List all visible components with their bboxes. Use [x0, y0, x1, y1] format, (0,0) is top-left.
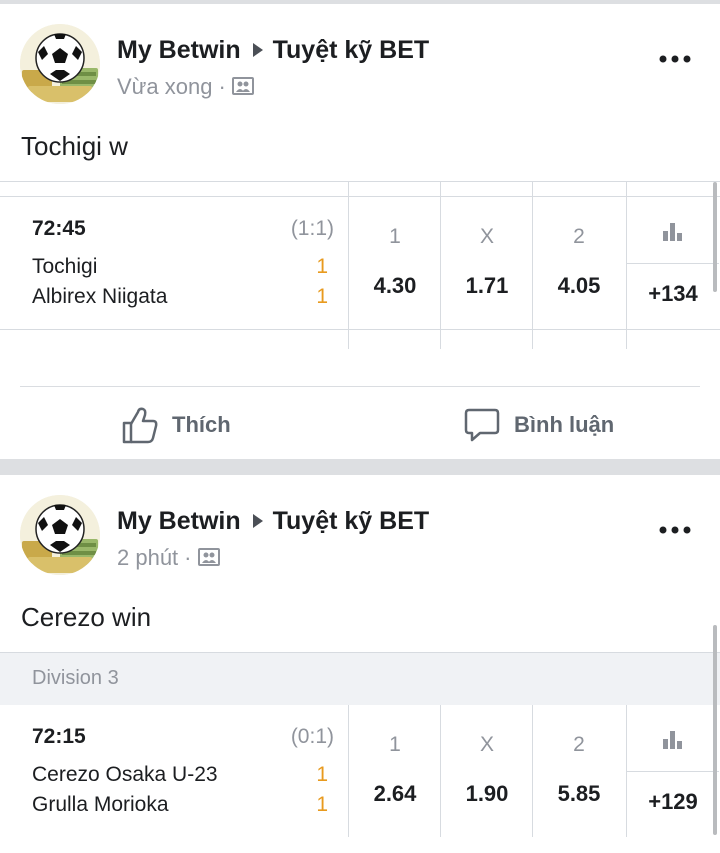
odd-draw-button[interactable]: X 1.71 — [440, 197, 533, 329]
group-audience-icon[interactable] — [197, 548, 220, 567]
soccer-ball-money-icon — [20, 495, 100, 575]
division-label: Division 3 — [32, 667, 119, 689]
odd-home-button[interactable]: 1 4.30 — [348, 197, 441, 329]
post-meta: 2 phút · — [117, 545, 220, 571]
odd-value: 4.30 — [373, 273, 417, 298]
match-score: (0:1) — [290, 725, 334, 748]
like-label: Thích — [172, 412, 231, 437]
triangle-right-icon — [252, 43, 263, 58]
odd-value: 2.64 — [373, 781, 417, 806]
odd-label: X — [479, 225, 494, 248]
feed-post: My Betwin Tuyệt kỹ BET Vừa xong · Tochigi … — [0, 4, 720, 459]
group-name[interactable]: Tuyệt kỹ BET — [273, 507, 430, 535]
odd-label: X — [479, 733, 494, 756]
bet-card[interactable]: 72:45 (1:1) Tochigi 1 Albirex Niigata 1 … — [0, 181, 720, 349]
more-markets-count: +129 — [648, 789, 698, 814]
separator-dot: · — [184, 545, 192, 570]
away-team: Albirex Niigata — [32, 285, 168, 308]
odd-away-button[interactable]: 2 5.85 — [532, 705, 625, 837]
away-goals: 1 — [316, 793, 328, 816]
odd-label: 2 — [573, 733, 585, 756]
scrollbar[interactable] — [713, 182, 717, 292]
more-options-icon[interactable] — [658, 54, 692, 64]
group-name[interactable]: Tuyệt kỹ BET — [273, 36, 430, 64]
odd-value: 1.71 — [465, 273, 509, 298]
more-markets[interactable]: +134 — [626, 197, 719, 329]
odd-value: 4.05 — [557, 273, 601, 298]
scrollbar[interactable] — [713, 625, 717, 835]
post-header-title: My Betwin Tuyệt kỹ BET — [117, 36, 429, 65]
match-time: 72:15 — [32, 725, 86, 748]
author-name[interactable]: My Betwin — [117, 36, 241, 64]
author-name[interactable]: My Betwin — [117, 507, 241, 535]
post-text: Tochigi w — [21, 131, 128, 161]
post-timestamp[interactable]: 2 phút — [117, 545, 178, 570]
thumbs-up-icon — [122, 407, 158, 444]
bet-card[interactable]: 72:15 (0:1) Cerezo Osaka U-23 1 Grulla M… — [0, 625, 720, 853]
odd-value: 5.85 — [557, 781, 601, 806]
soccer-ball-money-icon — [20, 24, 100, 104]
odd-away-button[interactable]: 2 4.05 — [532, 197, 625, 329]
comment-label: Bình luận — [514, 412, 615, 437]
group-audience-icon[interactable] — [231, 77, 254, 96]
home-team: Cerezo Osaka U-23 — [32, 763, 218, 786]
odd-value: 1.90 — [465, 781, 509, 806]
bar-chart-icon[interactable] — [662, 221, 684, 241]
comment-button[interactable]: Bình luận — [464, 405, 614, 445]
odd-label: 1 — [389, 225, 401, 248]
home-team: Tochigi — [32, 255, 98, 278]
match-info[interactable]: 72:45 (1:1) Tochigi 1 Albirex Niigata 1 — [0, 197, 348, 329]
odd-home-button[interactable]: 1 2.64 — [348, 705, 441, 837]
avatar[interactable] — [20, 495, 100, 575]
home-goals: 1 — [316, 255, 328, 278]
more-markets-count: +134 — [648, 281, 698, 306]
post-actions: Thích Bình luận — [20, 386, 700, 459]
comment-bubble-icon — [464, 408, 500, 442]
triangle-right-icon — [252, 514, 263, 529]
odd-label: 2 — [573, 225, 585, 248]
post-header-title: My Betwin Tuyệt kỹ BET — [117, 507, 429, 536]
feed-post: My Betwin Tuyệt kỹ BET 2 phút · Cerezo win… — [0, 475, 720, 853]
home-goals: 1 — [316, 763, 328, 786]
more-markets[interactable]: +129 — [626, 705, 719, 837]
away-goals: 1 — [316, 285, 328, 308]
away-team: Grulla Morioka — [32, 793, 169, 816]
division-header: Division 3 — [0, 652, 720, 706]
odd-label: 1 — [389, 733, 401, 756]
match-time: 72:45 — [32, 217, 86, 240]
post-timestamp[interactable]: Vừa xong — [117, 74, 212, 99]
match-score: (1:1) — [290, 217, 334, 240]
bar-chart-icon[interactable] — [662, 729, 684, 749]
match-info[interactable]: 72:15 (0:1) Cerezo Osaka U-23 1 Grulla M… — [0, 705, 348, 837]
post-text: Cerezo win — [21, 602, 152, 632]
post-meta: Vừa xong · — [117, 74, 254, 100]
separator-dot: · — [218, 74, 226, 99]
odd-draw-button[interactable]: X 1.90 — [440, 705, 533, 837]
more-options-icon[interactable] — [658, 525, 692, 535]
avatar[interactable] — [20, 24, 100, 104]
like-button[interactable]: Thích — [122, 405, 231, 445]
